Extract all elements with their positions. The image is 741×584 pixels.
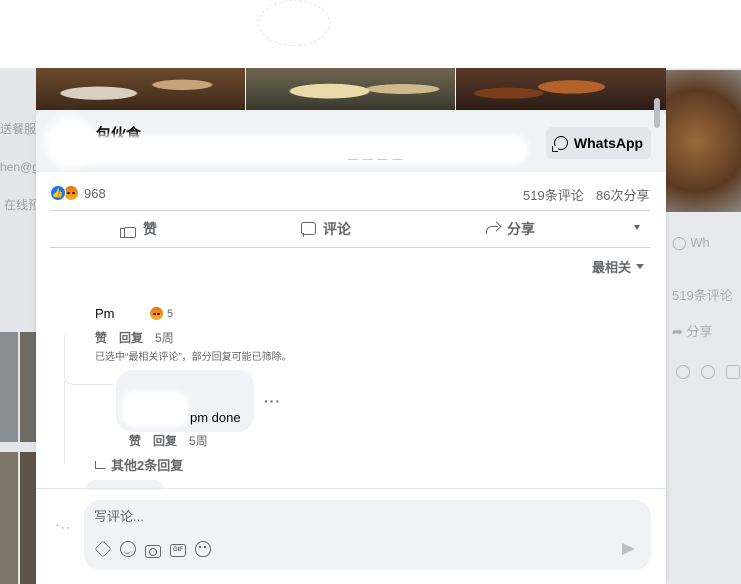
reaction-count: 968 — [84, 185, 106, 201]
sort-label: 最相关 — [592, 260, 632, 275]
divider — [50, 247, 650, 248]
share-button[interactable]: 分享 — [484, 211, 535, 247]
background-thumbnail — [20, 332, 36, 442]
reply-author-redacted — [124, 394, 186, 424]
sticker-icon[interactable] — [94, 540, 112, 558]
comment-count[interactable]: 519条评论 — [523, 185, 584, 204]
share-count[interactable]: 86次分享 — [596, 185, 649, 204]
post-photo[interactable] — [36, 68, 245, 110]
background-thumbnail — [20, 452, 36, 584]
comment-button[interactable]: 评论 — [300, 211, 351, 247]
avatar-sticker-icon[interactable] — [195, 541, 211, 557]
more-options-caret-icon[interactable] — [634, 225, 640, 230]
gif-icon[interactable]: GIF — [170, 543, 186, 557]
reply-arrow-icon — [95, 460, 105, 469]
comment-text: Pm — [95, 306, 115, 321]
send-icon[interactable] — [622, 543, 635, 555]
post-header: 包伙食 — — — — WhatsApp — [36, 110, 666, 172]
composer-avatar: - , , — [56, 520, 69, 530]
comment-input[interactable] — [94, 509, 594, 524]
background-text: 送餐服 — [0, 122, 36, 136]
background-thumbnail — [0, 452, 18, 584]
reply-reply-button[interactable]: 回复 — [153, 432, 177, 449]
background-header — [0, 0, 741, 68]
more-replies-link[interactable]: 其他2条回复 — [95, 455, 183, 474]
background-whatsapp-text: ◯ Wh — [672, 235, 710, 250]
reply-options-icon[interactable]: ··· — [264, 393, 281, 409]
background-emoji-icon — [701, 365, 715, 379]
share-icon — [484, 221, 500, 237]
angry-reaction-icon — [149, 306, 164, 321]
background-thumbnail — [0, 332, 18, 442]
camera-icon[interactable] — [145, 544, 161, 558]
background-share-text: ➦ 分享 — [672, 324, 713, 339]
like-button-label: 赞 — [143, 221, 157, 237]
commenter-avatar[interactable] — [50, 295, 84, 329]
comment-icon — [300, 221, 316, 237]
reply-meta: 赞 回复 5周 — [129, 432, 208, 449]
comment-time[interactable]: 5周 — [155, 329, 174, 346]
comment-sort-dropdown[interactable]: 最相关 — [592, 257, 645, 276]
post-dialog: 包伙食 — — — — WhatsApp 👍 968 519条评论 86次分享 … — [36, 110, 666, 584]
post-text-redacted — [66, 138, 526, 162]
background-food-photo — [666, 70, 741, 212]
reply-text: pm done — [190, 410, 241, 425]
background-sticker-icon — [676, 365, 690, 379]
whatsapp-button-label: WhatsApp — [573, 135, 644, 151]
whatsapp-button[interactable]: WhatsApp — [546, 127, 651, 159]
comment-button-label: 评论 — [323, 221, 351, 237]
whatsapp-icon — [553, 136, 568, 150]
whatsapp-icon: ◯ — [672, 235, 687, 250]
chevron-down-icon — [636, 264, 645, 269]
comment-composer[interactable]: GIF — [84, 500, 651, 570]
comment-reply-button[interactable]: 回复 — [119, 329, 143, 346]
comment-reaction-count: 5 — [167, 307, 174, 320]
post-photo[interactable] — [456, 68, 666, 110]
reply-time[interactable]: 5周 — [189, 432, 208, 449]
filter-notice: 已选中“最相关评论”，部分回复可能已筛除。 — [95, 352, 292, 363]
reply-like-button[interactable]: 赞 — [129, 432, 141, 449]
emoji-icon[interactable] — [120, 541, 136, 557]
thumbs-up-icon — [120, 221, 136, 238]
dialog-scrollbar[interactable] — [654, 98, 660, 128]
like-reaction-icon: 👍 — [50, 185, 66, 201]
background-camera-icon — [726, 365, 740, 379]
background-profile-placeholder — [258, 0, 330, 46]
post-action-bar: 赞 评论 分享 — [50, 211, 650, 247]
background-text: 在线预 — [4, 198, 40, 212]
post-text-fragment: — — — — — [348, 154, 404, 165]
comment-reactions[interactable]: 5 — [149, 306, 173, 321]
like-button[interactable]: 赞 — [120, 211, 157, 247]
share-button-label: 分享 — [507, 221, 535, 237]
more-replies-label: 其他2条回复 — [111, 458, 184, 473]
composer-toolbar: GIF — [94, 540, 211, 558]
background-text: hen@g — [0, 160, 36, 174]
post-photo[interactable] — [246, 68, 455, 110]
background-comment-count: 519条评论 — [672, 288, 733, 303]
divider — [36, 488, 666, 489]
thread-connector — [64, 380, 65, 464]
thread-connector — [64, 335, 114, 385]
